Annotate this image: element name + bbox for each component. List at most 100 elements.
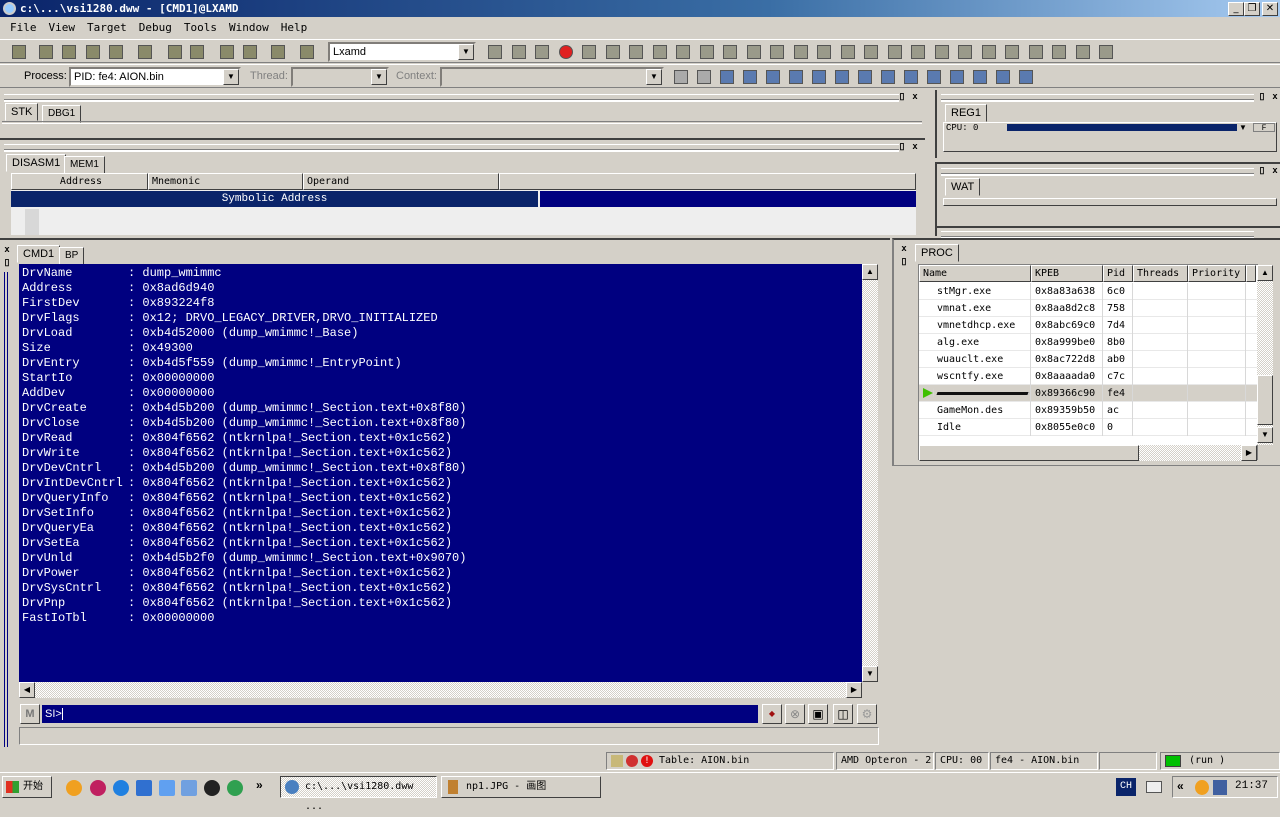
debug-tool-icon[interactable] bbox=[510, 43, 528, 61]
thread-combo[interactable]: ▼ bbox=[291, 67, 389, 87]
paste-icon[interactable] bbox=[241, 43, 259, 61]
text-clear-icon[interactable] bbox=[188, 43, 206, 61]
cpu-selector[interactable]: CPU: 0 bbox=[946, 123, 978, 131]
maximize-panel-icon[interactable]: ▯ bbox=[899, 257, 909, 267]
chevron-down-icon[interactable]: ▼ bbox=[458, 44, 474, 60]
scroll-right-icon[interactable]: ▶ bbox=[846, 682, 862, 698]
scroll-down-icon[interactable]: ▼ bbox=[862, 666, 878, 682]
copy-icon[interactable] bbox=[218, 43, 236, 61]
menu-target[interactable]: Target bbox=[81, 18, 133, 38]
maximize-panel-icon[interactable]: ▯ bbox=[897, 142, 907, 152]
debug-tool-icon[interactable] bbox=[768, 43, 786, 61]
debug-tool-icon[interactable] bbox=[1027, 43, 1045, 61]
text-icon[interactable] bbox=[166, 43, 184, 61]
debug-tool-icon[interactable] bbox=[792, 43, 810, 61]
debug-tool-icon[interactable] bbox=[721, 43, 739, 61]
task-paint[interactable]: np1.JPG - 画图 bbox=[441, 776, 601, 798]
tab-mem1[interactable]: MEM1 bbox=[64, 156, 105, 174]
keyboard-icon[interactable] bbox=[1146, 781, 1162, 793]
download-icon[interactable] bbox=[227, 780, 243, 796]
tab-cmd1[interactable]: CMD1 bbox=[17, 245, 61, 263]
view-tool-icon[interactable] bbox=[695, 68, 713, 86]
open-window-icon[interactable] bbox=[60, 43, 78, 61]
menu-debug[interactable]: Debug bbox=[133, 18, 178, 38]
view-tool-icon[interactable] bbox=[787, 68, 805, 86]
debug-tool-icon[interactable] bbox=[909, 43, 927, 61]
new-window-icon[interactable] bbox=[37, 43, 55, 61]
open-icon[interactable] bbox=[10, 43, 28, 61]
column-kpeb[interactable]: KPEB bbox=[1031, 265, 1103, 282]
vertical-scrollbar[interactable]: ▲ ▼ bbox=[862, 264, 878, 682]
debug-tool-icon[interactable] bbox=[815, 43, 833, 61]
debug-tool-icon[interactable] bbox=[980, 43, 998, 61]
scroll-left-icon[interactable]: ◀ bbox=[19, 682, 35, 698]
network-icon[interactable] bbox=[1213, 780, 1227, 795]
tab-proc[interactable]: PROC bbox=[915, 244, 959, 262]
column-address[interactable]: Address bbox=[11, 173, 148, 190]
process-row[interactable]: alg.exe 0x8a999be0 8b0 bbox=[919, 334, 1257, 351]
tab-disasm1[interactable]: DISASM1 bbox=[6, 154, 67, 172]
debug-tool-icon[interactable] bbox=[1003, 43, 1021, 61]
view-tool-icon[interactable] bbox=[948, 68, 966, 86]
debug-tool-icon[interactable] bbox=[651, 43, 669, 61]
process-row[interactable]: Idle 0x8055e0c0 0 bbox=[919, 419, 1257, 436]
app-icon[interactable] bbox=[90, 780, 106, 796]
scroll-down-icon[interactable]: ▼ bbox=[1257, 427, 1273, 443]
quicklaunch-more[interactable]: » bbox=[256, 778, 263, 792]
debug-tool-icon[interactable] bbox=[698, 43, 716, 61]
process-row[interactable]: GameMon.des 0x89359b50 ac bbox=[919, 402, 1257, 419]
process-row[interactable]: wuauclt.exe 0x8ac722d8 ab0 bbox=[919, 351, 1257, 368]
menu-window[interactable]: Window bbox=[223, 18, 275, 38]
scroll-thumb[interactable] bbox=[919, 445, 1139, 461]
debug-tool-icon[interactable] bbox=[933, 43, 951, 61]
process-row[interactable]: stMgr.exe 0x8a83a638 6c0 bbox=[919, 283, 1257, 300]
view-tool-icon[interactable] bbox=[718, 68, 736, 86]
close-button[interactable]: ✕ bbox=[1262, 2, 1278, 16]
find-window-icon[interactable]: ◫ bbox=[833, 704, 853, 724]
qq-tray-icon[interactable] bbox=[1195, 780, 1209, 795]
settings-gear-icon[interactable]: ⚙ bbox=[857, 704, 877, 724]
start-button[interactable]: 开始 bbox=[2, 776, 52, 798]
scroll-thumb[interactable] bbox=[1257, 375, 1273, 425]
chevron-down-icon[interactable]: ▼ bbox=[371, 69, 387, 85]
clear-icon[interactable]: ⊗ bbox=[785, 704, 805, 724]
tab-reg1[interactable]: REG1 bbox=[945, 104, 987, 122]
qq-icon[interactable] bbox=[66, 780, 82, 796]
debug-tool-icon[interactable] bbox=[557, 43, 575, 61]
command-input[interactable]: SI> bbox=[42, 705, 758, 723]
process-combo[interactable]: PID: fe4: AION.bin ▼ bbox=[69, 67, 241, 87]
restore-button[interactable]: ❐ bbox=[1244, 2, 1260, 16]
process-row[interactable]: wscntfy.exe 0x8aaaada0 c7c bbox=[919, 368, 1257, 385]
column-threads[interactable]: Threads bbox=[1133, 265, 1188, 282]
debug-tool-icon[interactable] bbox=[886, 43, 904, 61]
column-priority[interactable]: Priority bbox=[1188, 265, 1246, 282]
document-icon[interactable] bbox=[181, 780, 197, 796]
view-tool-icon[interactable] bbox=[856, 68, 874, 86]
view-tool-icon[interactable] bbox=[925, 68, 943, 86]
view-tool-icon[interactable] bbox=[1017, 68, 1035, 86]
menu-file[interactable]: File bbox=[4, 18, 43, 38]
close-panel-icon[interactable]: x bbox=[1270, 166, 1280, 176]
vertical-scrollbar[interactable]: ▲ ▼ bbox=[1257, 265, 1273, 445]
close-panel-icon[interactable]: x bbox=[899, 244, 909, 254]
chevron-down-icon[interactable]: ▼ bbox=[646, 69, 662, 85]
view-tool-icon[interactable] bbox=[741, 68, 759, 86]
column-pid[interactable]: Pid bbox=[1103, 265, 1133, 282]
debug-tool-icon[interactable] bbox=[1050, 43, 1068, 61]
tray-expand[interactable]: « bbox=[1177, 779, 1184, 793]
view-tool-icon[interactable] bbox=[879, 68, 897, 86]
debug-tool-icon[interactable] bbox=[627, 43, 645, 61]
media-icon[interactable] bbox=[136, 780, 152, 796]
task-vsi1280[interactable]: c:\...\vsi1280.dww ... bbox=[280, 776, 437, 812]
view-tool-icon[interactable] bbox=[994, 68, 1012, 86]
save-window-icon[interactable] bbox=[84, 43, 102, 61]
save-icon[interactable]: ▣ bbox=[808, 704, 828, 724]
notes-icon[interactable] bbox=[136, 43, 154, 61]
debug-tool-icon[interactable] bbox=[745, 43, 763, 61]
close-panel-icon[interactable]: x bbox=[910, 92, 920, 102]
close-window-icon[interactable] bbox=[107, 43, 125, 61]
tab-bp[interactable]: BP bbox=[59, 247, 85, 265]
chevron-down-icon[interactable]: ▼ bbox=[1239, 123, 1247, 132]
close-panel-icon[interactable]: x bbox=[2, 245, 12, 255]
format-button[interactable]: F bbox=[1253, 123, 1275, 133]
